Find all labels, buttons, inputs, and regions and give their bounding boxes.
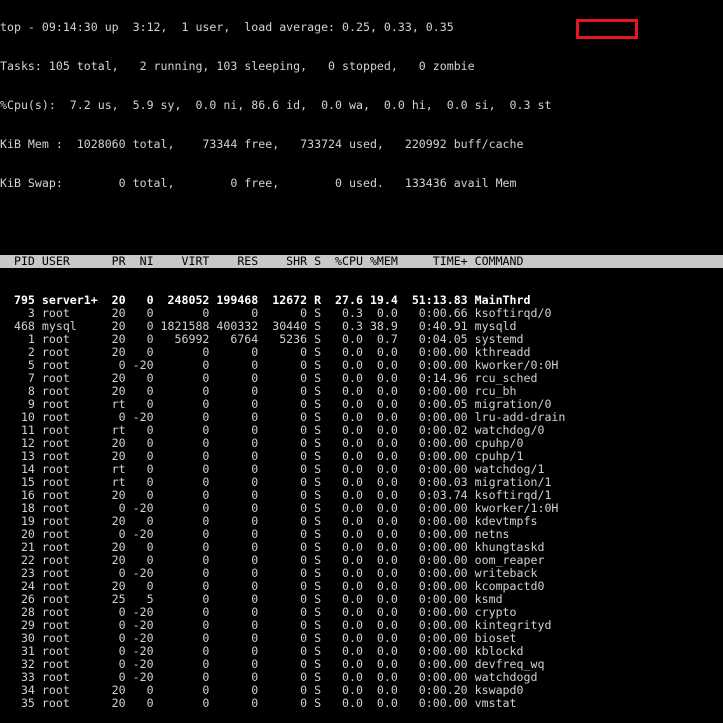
process-row: 9 root rt 0 0 0 0 S 0.0 0.0 0:00.05 migr… xyxy=(0,398,552,411)
process-row: 2 root 20 0 0 0 0 S 0.0 0.0 0:00.00 kthr… xyxy=(0,346,531,359)
process-row: 16 root 20 0 0 0 0 S 0.0 0.0 0:03.74 kso… xyxy=(0,489,552,502)
process-row: 26 root 25 5 0 0 0 S 0.0 0.0 0:00.00 ksm… xyxy=(0,593,503,606)
process-row: 24 root 20 0 0 0 0 S 0.0 0.0 0:00.00 kco… xyxy=(0,580,545,593)
process-row: 12 root 20 0 0 0 0 S 0.0 0.0 0:00.00 cpu… xyxy=(0,437,524,450)
process-row: 31 root 0 -20 0 0 0 S 0.0 0.0 0:00.00 kb… xyxy=(0,645,524,658)
process-row: 3 root 20 0 0 0 0 S 0.3 0.0 0:00.66 ksof… xyxy=(0,307,552,320)
process-row: 32 root 0 -20 0 0 0 S 0.0 0.0 0:00.00 de… xyxy=(0,658,545,671)
process-row: 21 root 20 0 0 0 0 S 0.0 0.0 0:00.00 khu… xyxy=(0,541,545,554)
process-row: 20 root 0 -20 0 0 0 S 0.0 0.0 0:00.00 ne… xyxy=(0,528,510,541)
process-row: 468 mysql 20 0 1821588 400332 30440 S 0.… xyxy=(0,320,517,333)
process-row: 5 root 0 -20 0 0 0 S 0.0 0.0 0:00.00 kwo… xyxy=(0,359,559,372)
terminal-window[interactable]: top - 09:14:30 up 3:12, 1 user, load ave… xyxy=(0,0,723,723)
swap-line: KiB Swap: 0 total, 0 free, 0 used. 13343… xyxy=(0,177,517,190)
process-row: 10 root 0 -20 0 0 0 S 0.0 0.0 0:00.00 lr… xyxy=(0,411,566,424)
process-table-header: PID USER PR NI VIRT RES SHR S %CPU %MEM … xyxy=(0,255,723,268)
cpu-line: %Cpu(s): 7.2 us, 5.9 sy, 0.0 ni, 86.6 id… xyxy=(0,99,552,112)
process-row: 18 root 0 -20 0 0 0 S 0.0 0.0 0:00.00 kw… xyxy=(0,502,559,515)
process-row: 15 root rt 0 0 0 0 S 0.0 0.0 0:00.03 mig… xyxy=(0,476,552,489)
process-row: 22 root 20 0 0 0 0 S 0.0 0.0 0:00.00 oom… xyxy=(0,554,545,567)
process-row: 30 root 0 -20 0 0 0 S 0.0 0.0 0:00.00 bi… xyxy=(0,632,517,645)
process-row: 14 root rt 0 0 0 0 S 0.0 0.0 0:00.00 wat… xyxy=(0,463,545,476)
process-row: 13 root 20 0 0 0 0 S 0.0 0.0 0:00.00 cpu… xyxy=(0,450,524,463)
tasks-line: Tasks: 105 total, 2 running, 103 sleepin… xyxy=(0,60,475,73)
process-row: 35 root 20 0 0 0 0 S 0.0 0.0 0:00.00 vms… xyxy=(0,697,517,710)
process-row: 33 root 0 -20 0 0 0 S 0.0 0.0 0:00.00 wa… xyxy=(0,671,538,684)
process-row: 11 root rt 0 0 0 0 S 0.0 0.0 0:00.02 wat… xyxy=(0,424,545,437)
process-row: 19 root 20 0 0 0 0 S 0.0 0.0 0:00.00 kde… xyxy=(0,515,538,528)
process-row: 7 root 20 0 0 0 0 S 0.0 0.0 0:14.96 rcu_… xyxy=(0,372,538,385)
process-row: 34 root 20 0 0 0 0 S 0.0 0.0 0:00.20 ksw… xyxy=(0,684,524,697)
process-row: 795 server1+ 20 0 248052 199468 12672 R … xyxy=(0,294,531,307)
process-row: 29 root 0 -20 0 0 0 S 0.0 0.0 0:00.00 ki… xyxy=(0,619,552,632)
process-row: 23 root 0 -20 0 0 0 S 0.0 0.0 0:00.00 wr… xyxy=(0,567,538,580)
process-row: 28 root 0 -20 0 0 0 S 0.0 0.0 0:00.00 cr… xyxy=(0,606,517,619)
mem-line: KiB Mem : 1028060 total, 73344 free, 733… xyxy=(0,138,524,151)
process-list: 795 server1+ 20 0 248052 199468 12672 R … xyxy=(0,294,723,710)
process-row: 8 root 20 0 0 0 0 S 0.0 0.0 0:00.00 rcu_… xyxy=(0,385,517,398)
process-row: 1 root 20 0 56992 6764 5236 S 0.0 0.7 0:… xyxy=(0,333,524,346)
top-uptime-line: top - 09:14:30 up 3:12, 1 user, load ave… xyxy=(0,21,454,34)
